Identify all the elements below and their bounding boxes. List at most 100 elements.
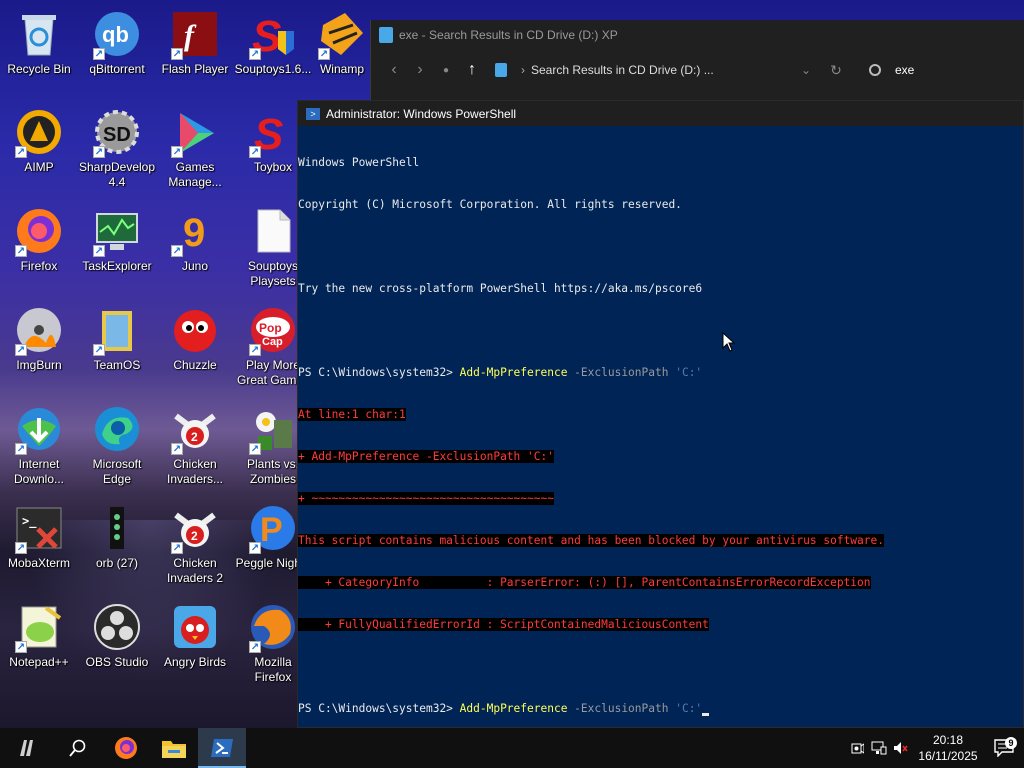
console-line: Copyright (C) Microsoft Corporation. All… bbox=[298, 198, 682, 211]
orb-icon bbox=[93, 504, 141, 552]
error-line: + FullyQualifiedErrorId : ScriptContaine… bbox=[298, 618, 709, 631]
search-button[interactable] bbox=[54, 728, 102, 768]
network-icon[interactable] bbox=[868, 728, 890, 768]
error-line: This script contains malicious content a… bbox=[298, 534, 884, 547]
chicken-invaders-icon: 2 ↗ bbox=[171, 405, 219, 455]
desktop-icon-label: TaskExplorer bbox=[82, 259, 152, 273]
command-line-2[interactable]: PS C:\Windows\system32> Add-MpPreference… bbox=[298, 702, 1023, 716]
desktop-icon-label: Internet Downlo... bbox=[13, 457, 65, 486]
desktop-icon-label: Chuzzle bbox=[173, 358, 217, 372]
taskbar-file-explorer[interactable] bbox=[150, 728, 198, 768]
desktop-icon-label: Games Manage... bbox=[168, 160, 222, 189]
meet-now-icon[interactable] bbox=[846, 728, 868, 768]
command-name: Add-MpPreference bbox=[459, 366, 568, 379]
desktop-icon-obs-studio[interactable]: OBS Studio bbox=[78, 599, 156, 691]
file-explorer-window[interactable]: exe - Search Results in CD Drive (D:) XP… bbox=[370, 20, 1024, 110]
powershell-title: Administrator: Windows PowerShell bbox=[326, 106, 517, 121]
sharpdevelop-gear-icon: SD ↗ bbox=[93, 108, 141, 158]
command-param: -ExclusionPath bbox=[567, 702, 676, 715]
desktop-icon-internet-download-manager[interactable]: ↗ Internet Downlo... bbox=[0, 401, 78, 493]
back-arrow-icon[interactable]: ‹ bbox=[381, 57, 407, 83]
search-value: exe bbox=[895, 63, 915, 77]
juno-icon: 9 ↗ bbox=[171, 211, 206, 257]
svg-text:2: 2 bbox=[191, 529, 198, 543]
clock-time: 20:18 bbox=[932, 733, 964, 747]
command-line-1: PS C:\Windows\system32> Add-MpPreference… bbox=[298, 366, 1023, 380]
desktop-icon-chicken-invaders-2[interactable]: 2 ↗ Chicken Invaders 2 bbox=[156, 500, 234, 592]
desktop-icon-microsoft-edge[interactable]: Microsoft Edge bbox=[78, 401, 156, 493]
desktop-icon-label: SharpDevelop 4.4 bbox=[78, 160, 156, 189]
desktop-icon-imgburn[interactable]: ↗ ImgBurn bbox=[0, 302, 78, 394]
start-button[interactable] bbox=[0, 728, 54, 768]
desktop-icon-label: Notepad++ bbox=[9, 655, 69, 669]
console-line: Try the new cross-platform PowerShell ht… bbox=[298, 282, 703, 295]
toybox-icon: S ↗ bbox=[249, 110, 284, 158]
desktop-icon-angry-birds[interactable]: Angry Birds bbox=[156, 599, 234, 691]
desktop-icon-orb[interactable]: orb (27) bbox=[78, 500, 156, 592]
prompt: PS C:\Windows\system32> bbox=[298, 366, 460, 379]
desktop-icon-aimp[interactable]: ↗ AIMP bbox=[0, 104, 78, 196]
desktop-icon-sharpdevelop[interactable]: SD ↗ SharpDevelop 4.4 bbox=[78, 104, 156, 196]
desktop-icon-label: ImgBurn bbox=[16, 358, 62, 372]
svg-text:9: 9 bbox=[183, 211, 205, 254]
desktop-icon-label: Microsoft Edge bbox=[92, 457, 142, 486]
desktop-icon-notepad-plus-plus[interactable]: ↗ Notepad++ bbox=[0, 599, 78, 691]
desktop-icon-qbittorrent[interactable]: qb ↗ qBittorrent bbox=[78, 6, 156, 98]
volume-muted-icon[interactable] bbox=[890, 728, 912, 768]
refresh-icon[interactable]: ↻ bbox=[823, 57, 849, 83]
desktop-icon-juno[interactable]: 9 ↗ Juno bbox=[156, 203, 234, 295]
mobaxterm-icon: >_ ↗ bbox=[15, 504, 63, 554]
desktop-icon-label: Chicken Invaders 2 bbox=[166, 556, 224, 585]
explorer-title: exe - Search Results in CD Drive (D:) XP bbox=[399, 28, 618, 42]
desktop-icon-label: qBittorrent bbox=[89, 62, 145, 76]
desktop-icon-teamos[interactable]: ↗ TeamOS bbox=[78, 302, 156, 394]
imgburn-icon: ↗ bbox=[15, 306, 63, 356]
obs-icon bbox=[93, 603, 141, 651]
taskbar-firefox[interactable] bbox=[102, 728, 150, 768]
chicken-invaders-2-icon: 2 ↗ bbox=[171, 504, 219, 554]
search-icon bbox=[69, 739, 86, 757]
search-input[interactable]: exe bbox=[869, 63, 914, 77]
up-arrow-icon[interactable]: ↑ bbox=[459, 57, 485, 83]
desktop-icon-label: Flash Player bbox=[161, 62, 229, 76]
powershell-titlebar[interactable]: > Administrator: Windows PowerShell bbox=[298, 101, 1023, 126]
address-bar[interactable]: › Search Results in CD Drive (D:) ... bbox=[495, 63, 765, 77]
taskbar-powershell[interactable] bbox=[198, 728, 246, 768]
desktop-icon-souptoys[interactable]: S ↗ Souptoys1.6... bbox=[234, 6, 312, 98]
desktop-icon-flash-player[interactable]: f ↗ Flash Player bbox=[156, 6, 234, 98]
angry-birds-icon bbox=[171, 603, 219, 651]
desktop-icon-mobaxterm[interactable]: >_ ↗ MobaXterm bbox=[0, 500, 78, 592]
desktop-icon-winamp[interactable]: ↗ Winamp bbox=[312, 6, 372, 98]
desktop-icon-label: Winamp bbox=[319, 62, 364, 76]
recent-dot-icon[interactable]: ● bbox=[433, 57, 459, 83]
clock[interactable]: 20:18 16/11/2025 bbox=[912, 732, 984, 764]
clock-date: 16/11/2025 bbox=[918, 749, 978, 763]
desktop-icon-firefox[interactable]: ↗ Firefox bbox=[0, 203, 78, 295]
popcap-icon: Pop Cap ↗ bbox=[249, 306, 297, 356]
desktop-icon-label: Recycle Bin bbox=[7, 62, 71, 76]
notification-center-button[interactable]: 9 bbox=[984, 737, 1024, 757]
desktop-icon-label: Firefox bbox=[20, 259, 58, 273]
desktop-icon-chicken-invaders[interactable]: 2 ↗ Chicken Invaders... bbox=[156, 401, 234, 493]
desktop-icon-games-manager[interactable]: ↗ Games Manage... bbox=[156, 104, 234, 196]
drive-icon bbox=[379, 27, 393, 43]
desktop-icon-label: OBS Studio bbox=[85, 655, 149, 669]
aimp-icon: ↗ bbox=[15, 108, 63, 158]
svg-text:Cap: Cap bbox=[262, 336, 283, 348]
desktop-icon-taskexplorer[interactable]: ↗ TaskExplorer bbox=[78, 203, 156, 295]
drive-icon bbox=[495, 63, 507, 77]
svg-text:SD: SD bbox=[103, 124, 131, 146]
chevron-down-icon[interactable]: ⌄ bbox=[793, 57, 819, 83]
globe-download-icon: ↗ bbox=[15, 405, 63, 455]
desktop-icon-label: AIMP bbox=[24, 160, 54, 174]
desktop-icon-recycle-bin[interactable]: Recycle Bin bbox=[0, 6, 78, 98]
forward-arrow-icon[interactable]: › bbox=[407, 57, 433, 83]
edge-icon bbox=[93, 405, 141, 453]
desktop-icon-chuzzle[interactable]: Chuzzle bbox=[156, 302, 234, 394]
powershell-window[interactable]: > Administrator: Windows PowerShell Wind… bbox=[297, 100, 1024, 728]
desktop-icon-label: MobaXterm bbox=[7, 556, 71, 570]
svg-text:>_: >_ bbox=[22, 514, 37, 529]
desktop-icon-label: Angry Birds bbox=[163, 655, 227, 669]
explorer-titlebar[interactable]: exe - Search Results in CD Drive (D:) XP bbox=[371, 20, 1024, 50]
console-output[interactable]: Windows PowerShell Copyright (C) Microso… bbox=[298, 126, 1023, 744]
